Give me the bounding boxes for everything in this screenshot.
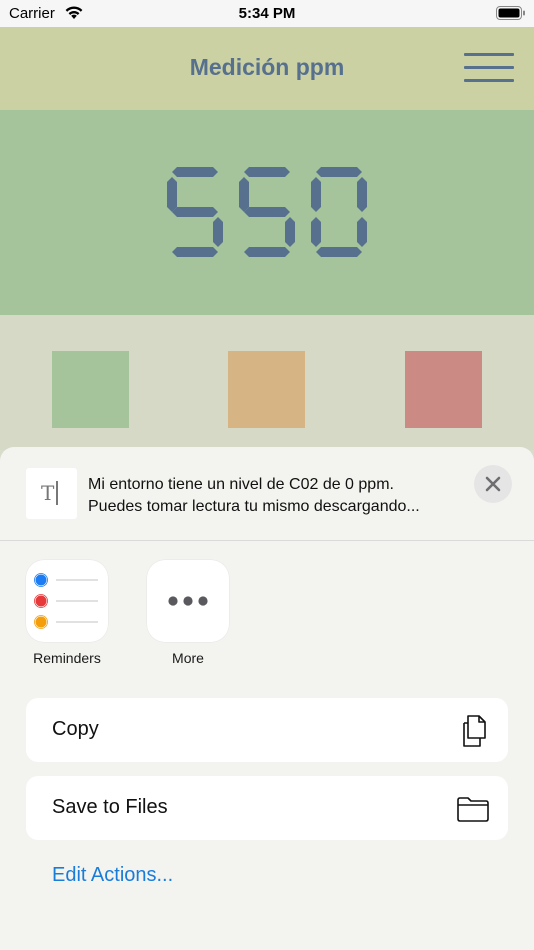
level-good-indicator — [52, 351, 129, 428]
digit-segment — [316, 247, 362, 257]
reading-panel: 550 — [0, 110, 534, 315]
folder-icon — [456, 792, 490, 826]
preview-line-2: Puedes tomar lectura tu mismo descargand… — [88, 498, 420, 515]
digit-segment — [172, 247, 218, 257]
share-apps-row: Reminders More — [0, 560, 534, 670]
digit-segment — [244, 167, 290, 177]
share-app-label: Reminders — [33, 650, 101, 666]
digit-segment — [316, 167, 362, 177]
share-app-label: More — [172, 650, 204, 666]
level-indicators — [0, 315, 534, 450]
more-icon — [147, 560, 229, 642]
battery-icon — [496, 6, 526, 24]
copy-icon — [456, 714, 490, 748]
app-header: Medición ppm — [0, 27, 534, 110]
share-app-reminders[interactable]: Reminders — [22, 560, 112, 666]
digit-segment — [167, 177, 177, 212]
level-high-indicator — [405, 351, 482, 428]
reminders-icon — [26, 560, 108, 642]
digit-segment — [244, 207, 290, 217]
level-moderate-indicator — [228, 351, 305, 428]
digit-segment — [357, 177, 367, 212]
digit-segment — [311, 217, 321, 247]
digit-segment — [311, 177, 321, 212]
digit-segment — [357, 217, 367, 247]
preview-text: Mi entorno tiene un nivel de C02 de 0 pp… — [88, 474, 468, 518]
save-to-files-label: Save to Files — [52, 796, 168, 818]
digit-segment — [213, 217, 223, 247]
clock: 5:34 PM — [238, 5, 296, 22]
copy-action[interactable]: Copy — [26, 698, 508, 762]
close-button[interactable] — [474, 465, 512, 503]
text-document-icon: T — [26, 468, 77, 519]
digit-segment — [285, 217, 295, 247]
seven-segment-display — [167, 167, 367, 257]
close-icon — [485, 476, 501, 492]
edit-actions-link[interactable]: Edit Actions... — [52, 864, 173, 887]
digit-segment — [172, 207, 218, 217]
menu-button[interactable] — [464, 53, 516, 83]
ppm-display: 550 — [0, 162, 534, 262]
page-title: Medición ppm — [189, 54, 345, 80]
ppm-value: 550 — [0, 170, 534, 171]
save-to-files-action[interactable]: Save to Files — [26, 776, 508, 840]
hamburger-menu-icon — [464, 53, 514, 56]
preview-line-1: Mi entorno tiene un nivel de C02 de 0 pp… — [88, 476, 394, 493]
status-bar: Carrier 5:34 PM — [0, 0, 534, 27]
share-sheet: T Mi entorno tiene un nivel de C02 de 0 … — [0, 447, 534, 950]
copy-action-label: Copy — [52, 718, 99, 740]
share-app-more[interactable]: More — [143, 560, 233, 666]
digit-segment — [239, 177, 249, 212]
digit-segment — [172, 167, 218, 177]
share-preview: T Mi entorno tiene un nivel de C02 de 0 … — [0, 447, 534, 541]
digit-segment — [244, 247, 290, 257]
